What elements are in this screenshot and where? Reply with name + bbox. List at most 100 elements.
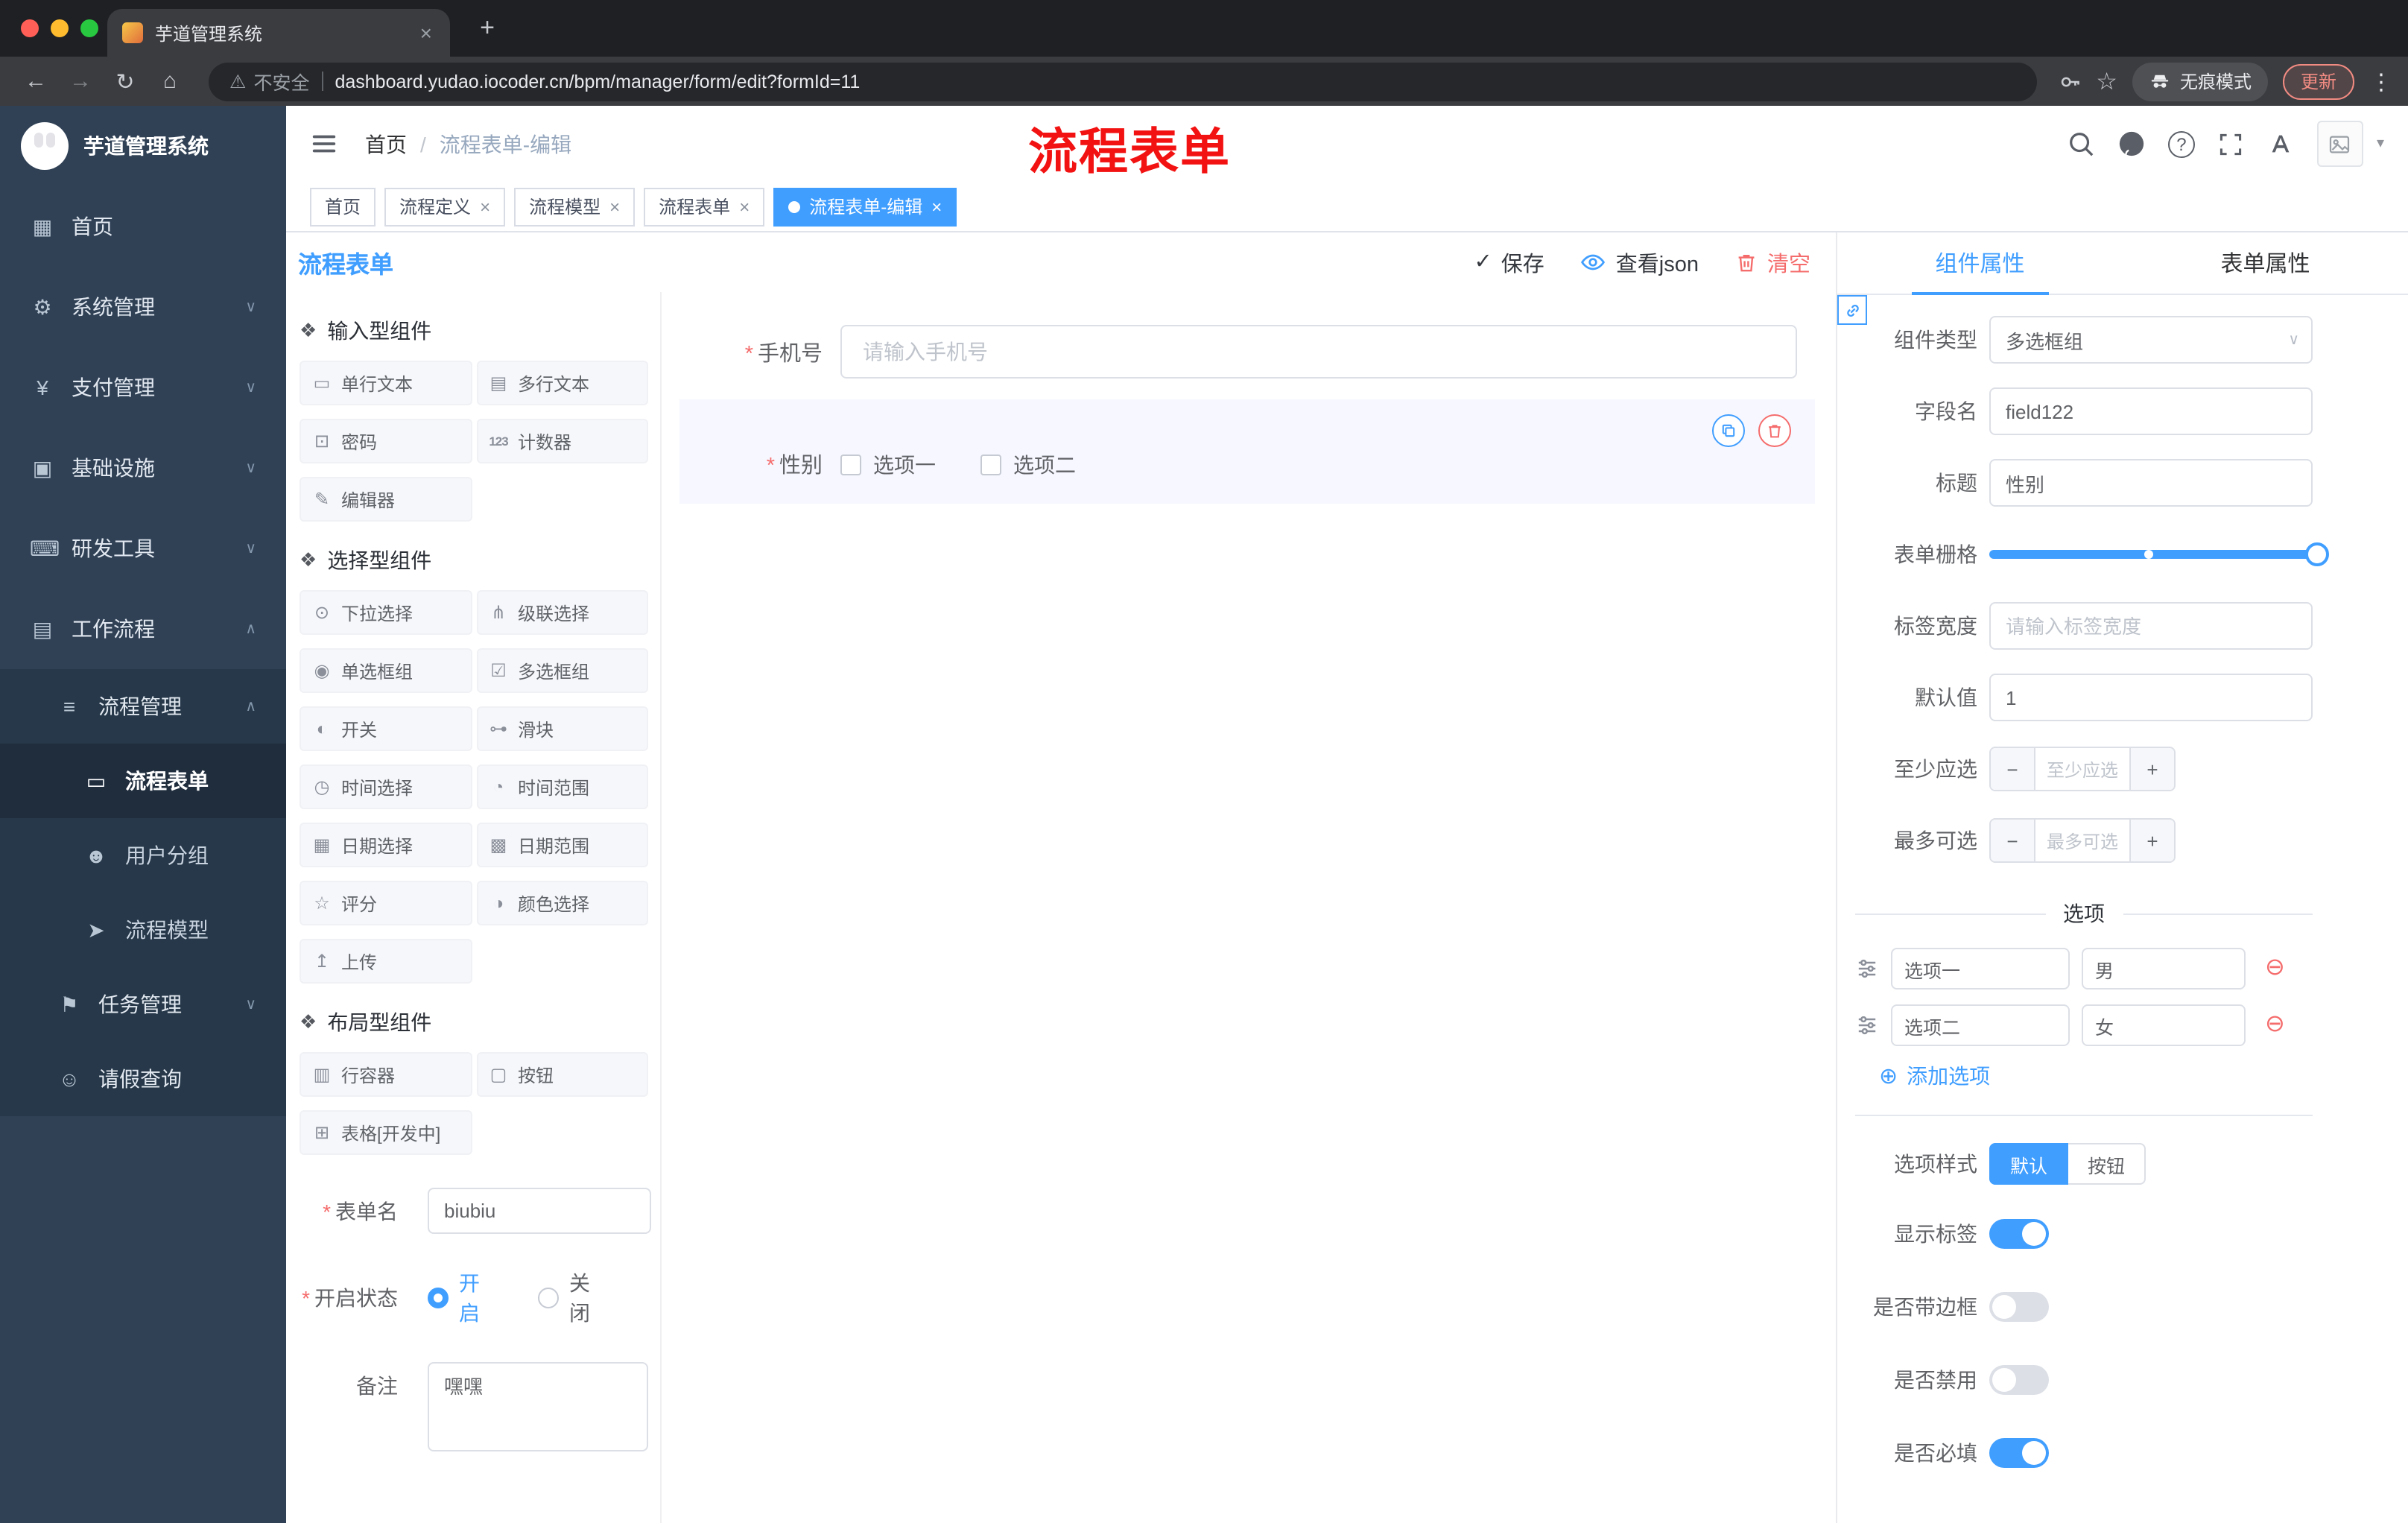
tag-close-icon[interactable]: × bbox=[931, 196, 942, 217]
show-label-switch[interactable] bbox=[1989, 1218, 2049, 1248]
gender-option2-checkbox[interactable] bbox=[980, 454, 1001, 475]
remove-option-icon[interactable]: ⊖ bbox=[2265, 1013, 2285, 1037]
avatar-caret-icon[interactable]: ▾ bbox=[2377, 136, 2384, 152]
status-on-radio[interactable] bbox=[428, 1288, 449, 1308]
add-option-button[interactable]: ⊕ 添加选项 bbox=[1879, 1061, 2313, 1091]
field-name-input[interactable] bbox=[1989, 387, 2313, 435]
form-remark-textarea[interactable]: 嘿嘿 bbox=[428, 1362, 648, 1451]
drag-handle-icon[interactable] bbox=[1855, 957, 1879, 981]
sidebar-toggle-icon[interactable] bbox=[310, 130, 338, 158]
password-key-icon[interactable] bbox=[2057, 69, 2081, 93]
window-zoom-button[interactable] bbox=[80, 19, 98, 37]
home-icon[interactable]: ⌂ bbox=[149, 60, 191, 102]
palette-item-single-line-text[interactable]: ▭ 单行文本 bbox=[300, 361, 472, 405]
tab-close-icon[interactable]: × bbox=[417, 21, 435, 45]
tag-close-icon[interactable]: × bbox=[739, 196, 750, 217]
option-label-input[interactable] bbox=[1891, 1004, 2070, 1046]
slider-handle[interactable] bbox=[2305, 542, 2329, 566]
tab-component-props[interactable]: 组件属性 bbox=[1837, 232, 2123, 295]
clear-button[interactable]: 清空 bbox=[1734, 247, 1810, 278]
status-off-label[interactable]: 关闭 bbox=[569, 1268, 609, 1328]
help-icon[interactable]: ? bbox=[2167, 130, 2195, 157]
min-select-value[interactable]: 至少应选 bbox=[2035, 748, 2129, 790]
tag-process-model[interactable]: 流程模型 × bbox=[514, 187, 636, 226]
palette-item-slider[interactable]: ⊶ 滑块 bbox=[476, 706, 648, 751]
palette-item-date-picker[interactable]: ▦ 日期选择 bbox=[300, 823, 472, 867]
github-icon[interactable] bbox=[2117, 130, 2146, 158]
decrease-button[interactable]: − bbox=[1991, 748, 2035, 790]
window-minimize-button[interactable] bbox=[51, 19, 69, 37]
palette-item-textarea[interactable]: ▤ 多行文本 bbox=[476, 361, 648, 405]
sidebar-logo[interactable]: 芋道管理系统 bbox=[0, 106, 286, 186]
tag-process-definition[interactable]: 流程定义 × bbox=[384, 187, 506, 226]
sidebar-item-user-group[interactable]: ☻ 用户分组 bbox=[0, 818, 286, 893]
sidebar-item-payment[interactable]: ¥ 支付管理 ∨ bbox=[0, 347, 286, 428]
save-button[interactable]: ✓ 保存 bbox=[1474, 247, 1544, 278]
sidebar-item-process-manage[interactable]: ≡ 流程管理 ∧ bbox=[0, 669, 286, 744]
browser-menu-icon[interactable]: ⋮ bbox=[2369, 68, 2393, 95]
phone-field-row[interactable]: * 手机号 bbox=[679, 325, 1815, 379]
status-on-label[interactable]: 开启 bbox=[459, 1268, 499, 1328]
palette-item-table[interactable]: ⊞ 表格[开发中] bbox=[300, 1110, 472, 1155]
disabled-switch[interactable] bbox=[1989, 1364, 2049, 1394]
required-switch[interactable] bbox=[1989, 1437, 2049, 1467]
max-select-value[interactable]: 最多可选 bbox=[2035, 820, 2129, 861]
form-name-input[interactable] bbox=[428, 1188, 651, 1234]
back-icon[interactable]: ← bbox=[15, 60, 57, 102]
delete-component-button[interactable] bbox=[1758, 414, 1791, 447]
sidebar-item-process-model[interactable]: ➤ 流程模型 bbox=[0, 893, 286, 967]
palette-item-color-picker[interactable]: ◑ 颜色选择 bbox=[476, 881, 648, 925]
palette-item-select[interactable]: ⊙ 下拉选择 bbox=[300, 590, 472, 635]
sidebar-item-home[interactable]: ▦ 首页 bbox=[0, 186, 286, 267]
grid-slider[interactable] bbox=[1989, 531, 2329, 578]
palette-item-date-range[interactable]: ▩ 日期范围 bbox=[476, 823, 648, 867]
palette-item-rate[interactable]: ☆ 评分 bbox=[300, 881, 472, 925]
palette-item-password[interactable]: ⊡ 密码 bbox=[300, 419, 472, 463]
search-icon[interactable] bbox=[2067, 130, 2095, 158]
palette-item-editor[interactable]: ✎ 编辑器 bbox=[300, 477, 472, 522]
palette-item-radio-group[interactable]: ◉ 单选框组 bbox=[300, 648, 472, 693]
address-bar[interactable]: ⚠ 不安全 dashboard.yudao.iocoder.cn/bpm/man… bbox=[209, 62, 2037, 101]
link-icon[interactable] bbox=[1837, 295, 1867, 325]
selected-component-gender[interactable]: * 性别 选项一 选项二 bbox=[679, 399, 1815, 504]
tag-process-form[interactable]: 流程表单 × bbox=[644, 187, 765, 226]
palette-item-button[interactable]: ▢ 按钮 bbox=[476, 1052, 648, 1097]
palette-item-time-picker[interactable]: ◷ 时间选择 bbox=[300, 764, 472, 809]
fullscreen-icon[interactable] bbox=[2217, 130, 2244, 157]
breadcrumb-home[interactable]: 首页 bbox=[365, 129, 407, 159]
default-value-input[interactable] bbox=[1989, 674, 2313, 721]
style-default-button[interactable]: 默认 bbox=[1989, 1143, 2069, 1185]
phone-input[interactable] bbox=[840, 325, 1797, 379]
sidebar-item-devtools[interactable]: ⌨ 研发工具 ∨ bbox=[0, 508, 286, 589]
gender-option1-checkbox[interactable] bbox=[840, 454, 861, 475]
palette-item-counter[interactable]: 123 计数器 bbox=[476, 419, 648, 463]
forward-icon[interactable]: → bbox=[60, 60, 101, 102]
sidebar-item-system[interactable]: ⚙ 系统管理 ∨ bbox=[0, 267, 286, 347]
palette-item-checkbox-group[interactable]: ☑ 多选框组 bbox=[476, 648, 648, 693]
option-value-input[interactable] bbox=[2082, 1004, 2246, 1046]
copy-component-button[interactable] bbox=[1712, 414, 1745, 447]
border-switch[interactable] bbox=[1989, 1291, 2049, 1321]
drag-handle-icon[interactable] bbox=[1855, 1013, 1879, 1037]
view-json-button[interactable]: 查看json bbox=[1580, 247, 1699, 278]
sidebar-item-process-form[interactable]: ▭ 流程表单 bbox=[0, 744, 286, 818]
tag-process-form-edit[interactable]: 流程表单-编辑 × bbox=[773, 187, 957, 226]
palette-item-switch[interactable]: ◐ 开关 bbox=[300, 706, 472, 751]
new-tab-button[interactable]: + bbox=[471, 12, 504, 45]
sidebar-item-task-manage[interactable]: ⚑ 任务管理 ∨ bbox=[0, 967, 286, 1042]
sidebar-item-infra[interactable]: ▣ 基础设施 ∨ bbox=[0, 428, 286, 508]
slider-track[interactable] bbox=[1989, 542, 2329, 566]
label-width-input[interactable] bbox=[1989, 602, 2313, 650]
tag-close-icon[interactable]: × bbox=[609, 196, 620, 217]
sidebar-item-leave-query[interactable]: ☺ 请假查询 bbox=[0, 1042, 286, 1116]
gender-option2-label[interactable]: 选项二 bbox=[1013, 449, 1076, 479]
palette-item-upload[interactable]: ↥ 上传 bbox=[300, 939, 472, 984]
style-button-button[interactable]: 按钮 bbox=[2068, 1143, 2146, 1185]
palette-item-cascader[interactable]: ⋔ 级联选择 bbox=[476, 590, 648, 635]
option-value-input[interactable] bbox=[2082, 948, 2246, 990]
reload-icon[interactable]: ↻ bbox=[104, 60, 146, 102]
palette-item-row-container[interactable]: ▥ 行容器 bbox=[300, 1052, 472, 1097]
component-type-select[interactable]: 多选框组 ∨ bbox=[1989, 316, 2313, 364]
browser-tab[interactable]: 芋道管理系统 × bbox=[107, 9, 450, 57]
gender-option1-label[interactable]: 选项一 bbox=[873, 449, 936, 479]
